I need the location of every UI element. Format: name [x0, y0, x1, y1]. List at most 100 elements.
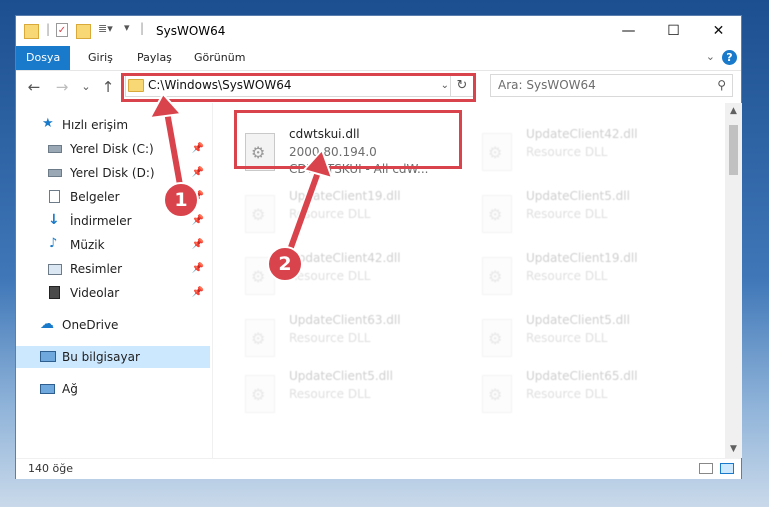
scroll-thumb[interactable]	[729, 125, 738, 175]
sidebar-item-label: Müzik	[70, 238, 105, 252]
tiles-view-icon[interactable]	[720, 463, 734, 474]
documents-icon	[49, 190, 60, 203]
navigation-pane: ★ Hızlı erişim Yerel Disk (C:) 📌 Yerel D…	[16, 103, 213, 458]
quick-access-dropdown-icon[interactable]: ▾	[124, 21, 130, 37]
properties-icon[interactable]: ✓	[56, 23, 68, 37]
file-type: Resource DLL	[526, 387, 608, 401]
file-type: Resource DLL	[526, 207, 608, 221]
tab-paylas[interactable]: Paylaş	[127, 46, 182, 70]
scroll-up-arrow-icon[interactable]: ▲	[725, 103, 742, 120]
pin-icon[interactable]: 📌	[192, 210, 204, 232]
file-name: UpdateClient5.dll	[526, 189, 630, 203]
videos-icon	[49, 286, 60, 299]
file-item[interactable]: UpdateClient19.dll Resource DLL	[476, 249, 706, 307]
sidebar-item-this-pc[interactable]: Bu bilgisayar	[16, 346, 210, 368]
tab-dosya[interactable]: Dosya	[16, 46, 71, 70]
file-item[interactable]: UpdateClient5.dll Resource DLL	[476, 187, 706, 245]
ribbon-tabs: Dosya Giriş Paylaş Görünüm ⌄ ?	[16, 46, 741, 71]
dll-file-icon	[482, 375, 512, 413]
sidebar-item-disk-c[interactable]: Yerel Disk (C:) 📌	[16, 138, 210, 160]
sidebar-item-label: OneDrive	[62, 318, 119, 332]
sidebar-item-network[interactable]: Ağ	[16, 378, 210, 400]
file-name: UpdateClient5.dll	[526, 313, 630, 327]
file-item[interactable]: UpdateClient5.dll Resource DLL	[239, 367, 469, 425]
expand-ribbon-icon[interactable]: ⌄	[706, 50, 715, 63]
pin-icon[interactable]: 📌	[192, 258, 204, 280]
file-type: Resource DLL	[526, 269, 608, 283]
drive-icon	[48, 145, 62, 153]
status-bar: 140 öğe	[16, 458, 741, 479]
tab-gorunum[interactable]: Görünüm	[184, 46, 255, 70]
item-count: 140 öğe	[28, 462, 73, 475]
drive-icon	[48, 169, 62, 177]
sidebar-item-videos[interactable]: Videolar 📌	[16, 282, 210, 304]
file-name: UpdateClient5.dll	[289, 369, 393, 383]
file-item[interactable]: UpdateClient63.dll Resource DLL	[239, 311, 469, 369]
pin-icon[interactable]: 📌	[192, 234, 204, 256]
star-icon: ★	[42, 116, 54, 131]
search-input[interactable]: Ara: SysWOW64	[498, 75, 596, 96]
folder-icon	[24, 24, 39, 39]
pin-icon[interactable]: 📌	[192, 282, 204, 304]
details-view-icon[interactable]	[699, 463, 713, 474]
dll-file-icon	[482, 133, 512, 171]
search-icon: ⚲	[717, 78, 726, 92]
sidebar-item-label: Belgeler	[70, 190, 120, 204]
file-name: UpdateClient65.dll	[526, 369, 638, 383]
sidebar-item-music[interactable]: ♪ Müzik 📌	[16, 234, 210, 256]
window-title: SysWOW64	[156, 24, 226, 38]
separator: |	[140, 21, 145, 35]
file-item[interactable]: UpdateClient42.dll Resource DLL	[476, 125, 706, 183]
close-button[interactable]: ✕	[696, 16, 741, 46]
new-folder-icon[interactable]	[76, 24, 91, 39]
file-item[interactable]: UpdateClient65.dll Resource DLL	[476, 367, 706, 425]
file-name: UpdateClient42.dll	[289, 251, 401, 265]
step-2-badge: 2	[267, 246, 303, 282]
dll-file-icon	[245, 375, 275, 413]
step-1-badge: 1	[163, 182, 199, 218]
computer-icon	[40, 351, 56, 362]
back-button[interactable]: ←	[24, 77, 44, 97]
address-bar-highlight	[121, 73, 476, 102]
file-name: UpdateClient42.dll	[526, 127, 638, 141]
vertical-scrollbar[interactable]: ▲ ▼	[725, 103, 742, 458]
minimize-button[interactable]: —	[606, 16, 651, 46]
sidebar-item-label: Yerel Disk (D:)	[70, 166, 155, 180]
dll-file-icon	[245, 195, 275, 233]
file-type: Resource DLL	[526, 145, 608, 159]
dll-file-icon	[482, 195, 512, 233]
help-icon[interactable]: ?	[722, 50, 737, 65]
sidebar-item-label: Resimler	[70, 262, 123, 276]
recent-locations-button[interactable]: ⌄	[76, 77, 96, 97]
pin-icon[interactable]: 📌	[192, 138, 204, 160]
sidebar-item-pictures[interactable]: Resimler 📌	[16, 258, 210, 280]
music-icon: ♪	[49, 236, 58, 251]
sidebar-item-onedrive[interactable]: ☁ OneDrive	[16, 314, 210, 336]
download-icon: ↓	[48, 212, 60, 228]
dll-file-icon	[482, 257, 512, 295]
forward-button[interactable]: →	[52, 77, 72, 97]
sidebar-item-disk-d[interactable]: Yerel Disk (D:) 📌	[16, 162, 210, 184]
file-type: Resource DLL	[289, 387, 371, 401]
file-highlight	[234, 110, 462, 169]
sidebar-item-label: Yerel Disk (C:)	[70, 142, 154, 156]
scroll-down-arrow-icon[interactable]: ▼	[725, 441, 742, 458]
file-type: Resource DLL	[526, 331, 608, 345]
sidebar-item-label: Hızlı erişim	[62, 118, 129, 132]
search-box[interactable]: Ara: SysWOW64 ⚲	[490, 74, 733, 97]
tab-giris[interactable]: Giriş	[78, 46, 123, 70]
sidebar-item-quick-access[interactable]: ★ Hızlı erişim	[16, 114, 210, 136]
customize-toolbar-icon[interactable]: ≣▾	[98, 22, 113, 38]
pin-icon[interactable]: 📌	[192, 162, 204, 184]
file-name: UpdateClient19.dll	[289, 189, 401, 203]
dll-file-icon	[482, 319, 512, 357]
separator: |	[46, 22, 51, 36]
maximize-button[interactable]: ☐	[651, 16, 696, 46]
file-type: Resource DLL	[289, 207, 371, 221]
network-icon	[40, 384, 55, 394]
file-item[interactable]: UpdateClient19.dll Resource DLL	[239, 187, 469, 245]
file-item[interactable]: UpdateClient5.dll Resource DLL	[476, 311, 706, 369]
title-bar: | ✓ ≣▾ ▾ | SysWOW64 — ☐ ✕	[16, 16, 741, 46]
sidebar-item-label: Ağ	[62, 382, 78, 396]
up-button[interactable]: ↑	[98, 77, 118, 97]
